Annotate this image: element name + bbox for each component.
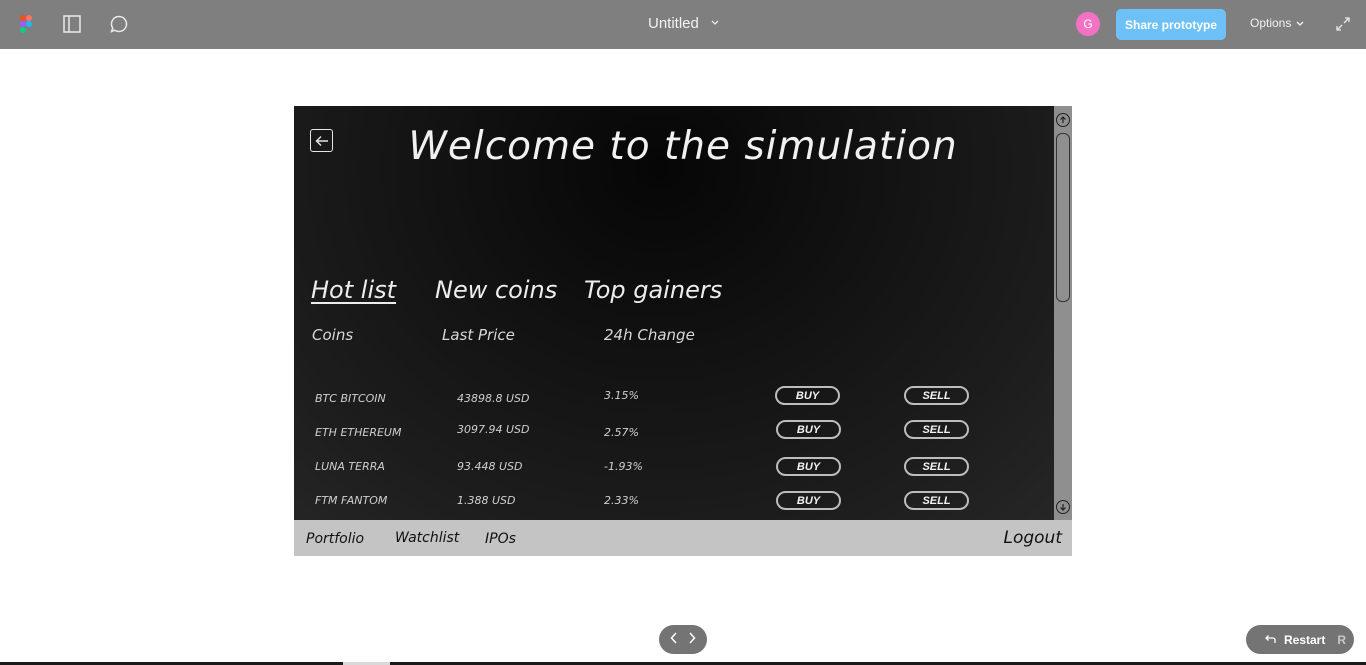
scrollbar[interactable] <box>1054 106 1072 520</box>
buy-button[interactable]: BUY <box>775 386 840 405</box>
sell-button[interactable]: SELL <box>904 420 969 439</box>
restart-shortcut-key: R <box>1337 632 1347 647</box>
buy-button[interactable]: BUY <box>776 457 841 476</box>
nav-portfolio[interactable]: Portfolio <box>306 531 364 547</box>
column-header-last-price: Last Price <box>442 326 515 344</box>
row-24h-change: 2.33% <box>604 494 639 507</box>
row-last-price: 1.388 USD <box>457 494 516 507</box>
options-label: Options <box>1250 16 1292 30</box>
figma-logo-icon[interactable] <box>14 12 38 36</box>
file-title-label: Untitled <box>648 15 699 32</box>
chevron-right-icon[interactable] <box>688 631 696 649</box>
sell-button[interactable]: SELL <box>904 457 969 476</box>
sell-button[interactable]: SELL <box>904 386 969 405</box>
restart-button[interactable]: Restart R <box>1246 625 1354 654</box>
top-toolbar: Untitled G Share prototype Options <box>0 0 1366 49</box>
buy-button[interactable]: BUY <box>776 491 841 510</box>
chevron-left-icon[interactable] <box>670 631 678 649</box>
column-header-coins: Coins <box>312 326 354 344</box>
nav-ipos[interactable]: IPOs <box>485 531 516 547</box>
chevron-down-icon <box>1296 16 1304 30</box>
row-last-price: 93.448 USD <box>457 460 523 473</box>
welcome-heading: Welcome to the simulation <box>408 124 958 169</box>
prototype-frame: Welcome to the simulation Hot list New c… <box>294 106 1072 556</box>
scroll-up-icon[interactable] <box>1056 113 1070 127</box>
file-title[interactable]: Untitled <box>648 15 719 32</box>
restart-label: Restart <box>1284 632 1326 647</box>
sidebar-panel-icon[interactable] <box>60 12 84 36</box>
row-24h-change: -1.93% <box>604 460 643 473</box>
chevron-down-icon <box>711 18 719 29</box>
avatar[interactable]: G <box>1076 12 1100 36</box>
tab-top-gainers[interactable]: Top gainers <box>584 276 722 304</box>
row-24h-change: 2.57% <box>604 426 639 439</box>
tab-new-coins[interactable]: New coins <box>435 276 557 304</box>
buy-button[interactable]: BUY <box>776 420 841 439</box>
options-menu[interactable]: Options <box>1250 16 1304 30</box>
scroll-thumb[interactable] <box>1056 133 1070 302</box>
logout-button[interactable]: Logout <box>1003 528 1062 548</box>
expand-icon[interactable] <box>1331 12 1355 36</box>
bottom-nav: Portfolio Watchlist IPOs Logout <box>294 520 1072 556</box>
column-header-24h-change: 24h Change <box>604 326 695 344</box>
restart-icon <box>1264 633 1276 647</box>
prototype-pager <box>659 625 707 654</box>
row-coin-name: BTC BITCOIN <box>315 392 386 405</box>
row-last-price: 43898.8 USD <box>457 392 530 405</box>
comment-icon[interactable] <box>107 12 131 36</box>
share-prototype-button[interactable]: Share prototype <box>1116 9 1226 40</box>
row-coin-name: FTM FANTOM <box>315 494 388 507</box>
sell-button[interactable]: SELL <box>904 491 969 510</box>
tab-hot-list[interactable]: Hot list <box>311 276 396 304</box>
simulation-screen: Welcome to the simulation Hot list New c… <box>294 106 1054 520</box>
row-coin-name: LUNA TERRA <box>315 460 385 473</box>
row-24h-change: 3.15% <box>604 389 639 402</box>
scroll-down-icon[interactable] <box>1056 500 1070 514</box>
nav-watchlist[interactable]: Watchlist <box>395 530 459 546</box>
row-coin-name: ETH ETHEREUM <box>315 426 402 439</box>
row-last-price: 3097.94 USD <box>457 423 530 436</box>
